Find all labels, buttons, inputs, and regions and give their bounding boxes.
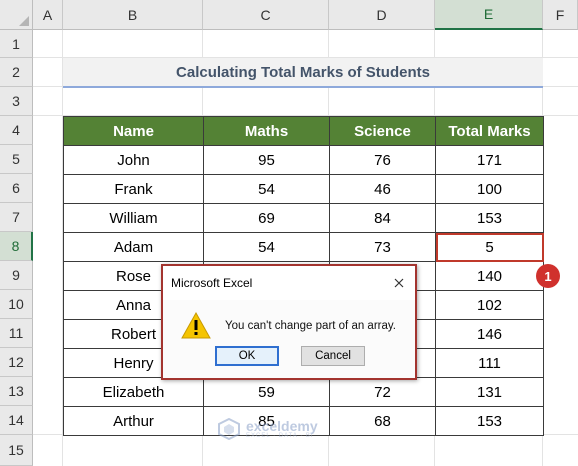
dialog-message: You can't change part of an array. [225, 319, 396, 332]
warning-icon [181, 312, 211, 339]
header-cell[interactable]: Science [329, 116, 436, 146]
row-header-7[interactable]: 7 [0, 203, 33, 232]
score-cell[interactable]: 46 [329, 174, 436, 204]
row-header-11[interactable]: 11 [0, 319, 33, 348]
row-header-13[interactable]: 13 [0, 377, 33, 406]
score-cell[interactable]: 54 [203, 232, 330, 262]
row-header-2[interactable]: 2 [0, 58, 33, 87]
total-marks-cell[interactable]: 146 [435, 319, 544, 349]
active-cell[interactable]: 5 [435, 232, 544, 262]
row-header-4[interactable]: 4 [0, 116, 33, 145]
score-cell[interactable]: 59 [203, 377, 330, 407]
name-cell[interactable]: Adam [63, 232, 204, 262]
total-marks-cell[interactable]: 140 [435, 261, 544, 291]
score-cell[interactable]: 69 [203, 203, 330, 233]
watermark-name: exceldemy [246, 418, 318, 434]
column-header-d[interactable]: D [329, 0, 435, 30]
total-marks-cell[interactable]: 171 [435, 145, 544, 175]
dialog-titlebar[interactable]: Microsoft Excel [163, 266, 415, 300]
row-header-6[interactable]: 6 [0, 174, 33, 203]
close-icon[interactable] [389, 273, 409, 293]
step-callout-badge: 1 [536, 264, 560, 288]
row-header-9[interactable]: 9 [0, 261, 33, 290]
exceldemy-logo-icon [218, 418, 240, 440]
score-cell[interactable]: 95 [203, 145, 330, 175]
header-cell[interactable]: Total Marks [435, 116, 544, 146]
name-cell[interactable]: Arthur [63, 406, 204, 436]
table-row: John 95 76 171 [63, 145, 544, 175]
table-row: William 69 84 153 [63, 203, 544, 233]
row-header-14[interactable]: 14 [0, 406, 33, 435]
total-marks-cell[interactable]: 153 [435, 406, 544, 436]
ok-button[interactable]: OK [215, 346, 279, 366]
dialog-body: You can't change part of an array. [163, 300, 415, 339]
score-cell[interactable]: 73 [329, 232, 436, 262]
score-cell[interactable]: 84 [329, 203, 436, 233]
column-header-b[interactable]: B [63, 0, 203, 30]
row-header-5[interactable]: 5 [0, 145, 33, 174]
dialog-title: Microsoft Excel [171, 276, 253, 290]
total-marks-cell[interactable]: 131 [435, 377, 544, 407]
column-header-c[interactable]: C [203, 0, 329, 30]
table-row: Frank 54 46 100 [63, 174, 544, 204]
select-all-corner[interactable] [0, 0, 33, 30]
name-cell[interactable]: Frank [63, 174, 204, 204]
row-header-8[interactable]: 8 [0, 232, 33, 261]
dialog-buttons: OK Cancel [163, 346, 415, 366]
header-cell[interactable]: Name [63, 116, 204, 146]
column-header-f[interactable]: F [543, 0, 578, 30]
name-cell[interactable]: John [63, 145, 204, 175]
row-header-1[interactable]: 1 [0, 30, 33, 58]
table-row: Elizabeth 59 72 131 [63, 377, 544, 407]
name-cell[interactable]: Elizabeth [63, 377, 204, 407]
table-row: Adam 54 73 5 [63, 232, 544, 262]
total-marks-cell[interactable]: 153 [435, 203, 544, 233]
name-cell[interactable]: William [63, 203, 204, 233]
sheet-title[interactable]: Calculating Total Marks of Students [63, 58, 543, 88]
error-dialog: Microsoft Excel You can't change part of… [161, 264, 417, 380]
table-header-row: Name Maths Science Total Marks [63, 116, 544, 146]
spreadsheet: A B C D E F 1 2 3 4 5 6 7 8 9 10 11 12 1… [0, 0, 578, 466]
total-marks-cell[interactable]: 100 [435, 174, 544, 204]
watermark-tagline: EXCEL · DATA · BI [246, 433, 314, 439]
row-header-15[interactable]: 15 [0, 435, 33, 466]
row-header-12[interactable]: 12 [0, 348, 33, 377]
score-cell[interactable]: 76 [329, 145, 436, 175]
column-header-e[interactable]: E [435, 0, 543, 30]
total-marks-cell[interactable]: 102 [435, 290, 544, 320]
row-header-10[interactable]: 10 [0, 290, 33, 319]
column-header-a[interactable]: A [33, 0, 63, 30]
watermark-logo: exceldemy EXCEL · DATA · BI [218, 418, 318, 440]
score-cell[interactable]: 68 [329, 406, 436, 436]
score-cell[interactable]: 72 [329, 377, 436, 407]
header-cell[interactable]: Maths [203, 116, 330, 146]
score-cell[interactable]: 54 [203, 174, 330, 204]
total-marks-cell[interactable]: 111 [435, 348, 544, 378]
cancel-button[interactable]: Cancel [301, 346, 365, 366]
row-header-3[interactable]: 3 [0, 87, 33, 116]
